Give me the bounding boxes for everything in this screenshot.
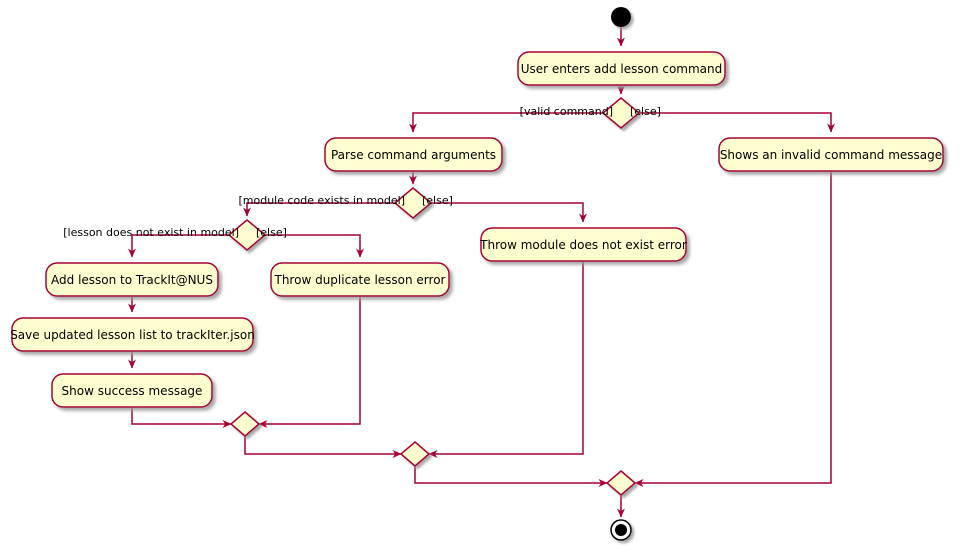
activity-save_list: Save updated lesson list to trackIter.js…	[10, 317, 255, 352]
activity-label-add_lesson: Add lesson to TrackIt@NUS	[51, 273, 213, 287]
merge_module	[399, 441, 431, 467]
end-node-layer	[610, 519, 632, 541]
activity-label-save_list: Save updated lesson list to trackIter.js…	[10, 328, 255, 342]
edge-decision2-right-to-moderr	[431, 202, 587, 223]
edge-merge2-to-merge3	[414, 466, 608, 487]
end-node-icon	[610, 519, 632, 541]
activity-label-module_error: Throw module does not exist error	[479, 238, 687, 252]
edges-layer	[128, 27, 835, 518]
activity-label-parse_args: Parse command arguments	[331, 148, 496, 162]
edge-invalid-to-merge3	[634, 171, 832, 487]
activity-add_lesson: Add lesson to TrackIt@NUS	[45, 262, 219, 297]
edge-merge1-to-merge2	[244, 436, 402, 458]
edge-moderr-to-merge2	[428, 261, 584, 458]
edge-dup-to-merge1	[258, 296, 361, 428]
guard_valid_command: [valid command]	[520, 105, 613, 118]
guard_module_exists: [module code exists in model]	[238, 194, 405, 207]
edge-success-to-merge1	[131, 407, 232, 428]
activity-label-duplicate_error: Throw duplicate lesson error	[274, 273, 446, 287]
start-node-icon	[611, 7, 631, 27]
activity-label-success_message: Show success message	[62, 384, 203, 398]
guard_lesson_missing: [lesson does not exist in model]	[63, 226, 239, 239]
activity-module_error: Throw module does not exist error	[479, 227, 687, 262]
activity-duplicate_error: Throw duplicate lesson error	[270, 262, 450, 297]
guard-labels-layer: [valid command] [else] [module code exists…	[63, 105, 661, 239]
merge_command	[605, 470, 637, 496]
activity-diagram: User enters add lesson command Parse comm…	[10, 7, 944, 541]
guard_module_else: [else]	[422, 194, 453, 207]
activity-diagram-canvas: User enters add lesson command Parse comm…	[0, 0, 960, 555]
activity-label-user_enters: User enters add lesson command	[521, 62, 723, 76]
activity-label-invalid_message: Shows an invalid command message	[720, 148, 942, 162]
activity-success_message: Show success message	[51, 373, 213, 408]
edge-decision1-right-to-invalid	[639, 112, 835, 133]
activity-user_enters: User enters add lesson command	[517, 51, 726, 86]
merge_lesson	[229, 411, 261, 437]
decision-nodes-layer	[227, 97, 641, 251]
activity-parse_args: Parse command arguments	[324, 137, 503, 172]
guard_lesson_else: [else]	[256, 226, 287, 239]
guard_command_else: [else]	[630, 105, 661, 118]
activity-invalid_message: Shows an invalid command message	[718, 137, 944, 172]
start-node-layer	[611, 7, 631, 27]
